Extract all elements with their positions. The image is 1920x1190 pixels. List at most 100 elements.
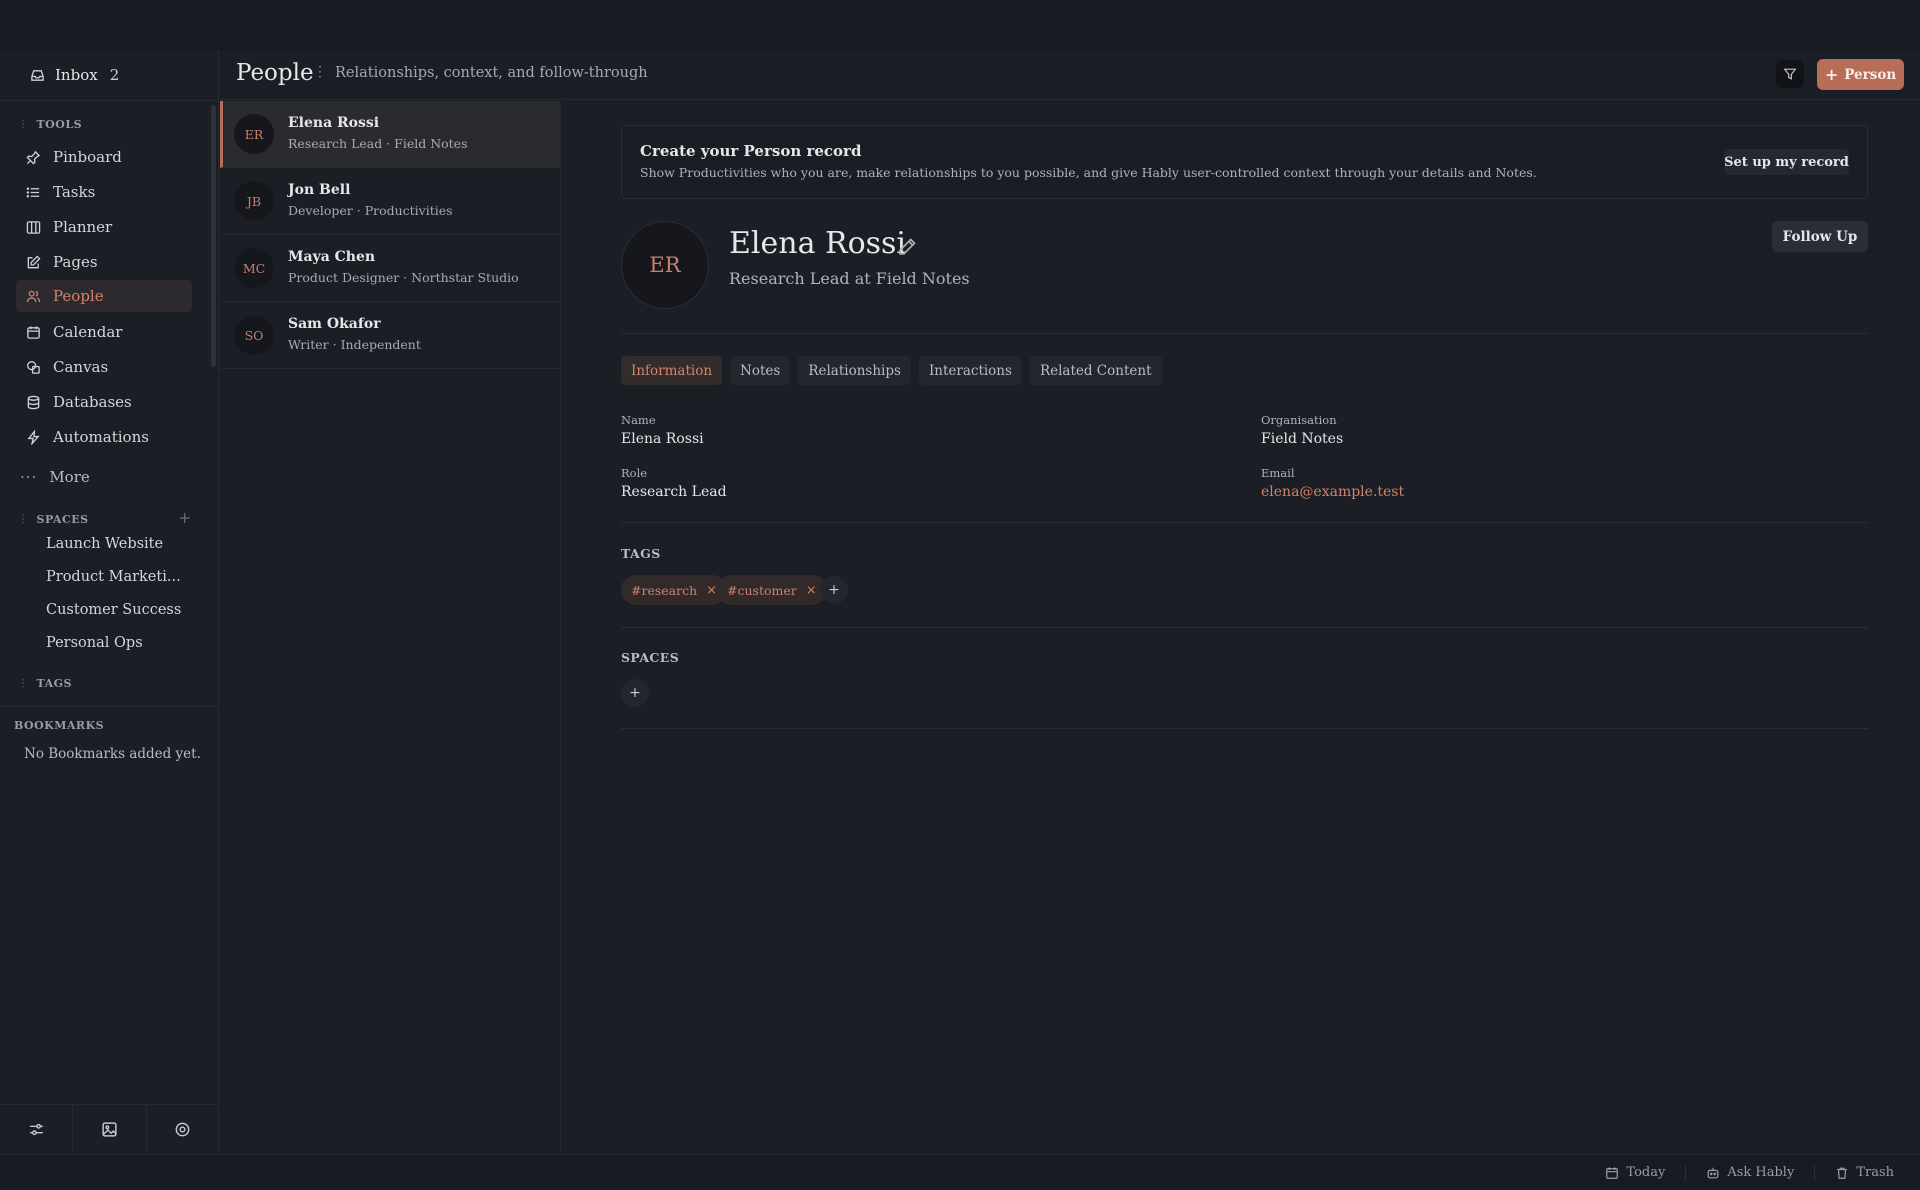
tab-interactions[interactable]: Interactions	[918, 356, 1022, 385]
sidebar-item-label: Planner	[53, 218, 113, 236]
settings-button[interactable]	[147, 1105, 219, 1154]
spaces-label-text: SPACES	[36, 513, 89, 526]
banner-text: Show Productivities who you are, make re…	[640, 165, 1537, 180]
sliders-icon	[29, 1123, 43, 1136]
set-up-record-button[interactable]: Set up my record	[1724, 149, 1849, 175]
space-item[interactable]: Personal Ops	[46, 635, 143, 651]
ask-hably-button[interactable]: Ask Hably	[1700, 1165, 1800, 1180]
person-name: Maya Chen	[288, 249, 376, 265]
status-bar: Today Ask Hably Trash	[0, 1154, 1920, 1190]
space-item[interactable]: Launch Website	[46, 536, 163, 552]
trash-button[interactable]: Trash	[1829, 1165, 1900, 1180]
calendar-icon	[27, 325, 40, 339]
sidebar-item-label: Automations	[53, 428, 149, 446]
sidebar-item-pinboard[interactable]: Pinboard	[16, 141, 192, 173]
tab-notes[interactable]: Notes	[730, 356, 791, 385]
title-menu-icon[interactable]: ⋮	[313, 64, 327, 80]
space-item[interactable]: Product Marketi...	[46, 569, 181, 585]
person-row[interactable]: ER Elena Rossi Research Lead · Field Not…	[220, 101, 560, 168]
add-person-label: Person	[1844, 66, 1897, 83]
sidebar-more-button[interactable]: ··· More	[10, 461, 186, 493]
person-row[interactable]: MC Maya Chen Product Designer · Northsta…	[220, 235, 560, 302]
person-meta: Product Designer · Northstar Studio	[288, 270, 519, 285]
filter-icon	[1783, 68, 1797, 80]
page-title: People	[236, 60, 314, 86]
detail-tabs: Information Notes Relationships Interact…	[621, 356, 1162, 385]
canvas-icon	[27, 360, 40, 374]
person-meta: Writer · Independent	[288, 337, 421, 352]
email-label: Email	[1261, 466, 1295, 480]
sidebar-item-canvas[interactable]: Canvas	[16, 351, 192, 383]
sidebar-item-pages[interactable]: Pages	[16, 246, 192, 278]
sidebar-item-people[interactable]: People	[16, 280, 192, 312]
window-top-bar	[0, 0, 1920, 50]
tab-information[interactable]: Information	[621, 356, 723, 385]
divider	[1814, 1164, 1816, 1181]
inbox-icon	[31, 69, 44, 81]
add-tag-button[interactable]: +	[820, 576, 848, 604]
tab-relationships[interactable]: Relationships	[798, 356, 911, 385]
today-button[interactable]: Today	[1599, 1165, 1671, 1180]
follow-up-button[interactable]: Follow Up	[1772, 221, 1868, 252]
sidebar-scrollbar[interactable]	[211, 105, 216, 367]
tab-related-content[interactable]: Related Content	[1029, 356, 1162, 385]
edit-page-icon	[27, 254, 41, 268]
pencil-icon[interactable]	[897, 237, 917, 257]
image-button[interactable]	[73, 1105, 147, 1154]
sliders-button[interactable]	[0, 1105, 74, 1154]
sidebar-item-planner[interactable]: Planner	[16, 211, 192, 243]
divider	[621, 333, 1868, 334]
tag-chip[interactable]: #customer ×	[717, 575, 827, 605]
tags-section-title: TAGS	[621, 546, 661, 561]
person-name: Sam Okafor	[288, 316, 381, 332]
grip-icon: ⋮	[18, 514, 29, 525]
inbox-button[interactable]: Inbox 2	[30, 66, 119, 84]
sidebar-item-label: Pages	[53, 253, 98, 271]
person-avatar: ER	[621, 221, 709, 309]
add-space-icon[interactable]: +	[178, 508, 191, 527]
person-name: Jon Bell	[288, 182, 351, 198]
spaces-section-label: ⋮ SPACES	[18, 513, 89, 526]
create-record-banner: Create your Person record Show Productiv…	[621, 125, 1868, 199]
sidebar-item-tasks[interactable]: Tasks	[16, 176, 192, 208]
sidebar-item-label: Tasks	[53, 183, 96, 201]
inbox-label: Inbox	[55, 66, 98, 84]
filter-button[interactable]	[1776, 60, 1804, 88]
sidebar-item-databases[interactable]: Databases	[16, 386, 192, 418]
gear-icon	[175, 1122, 190, 1137]
divider	[0, 100, 219, 101]
name-label: Name	[621, 413, 656, 427]
add-space-button[interactable]: +	[621, 679, 649, 707]
divider	[1685, 1164, 1687, 1181]
trash-label: Trash	[1856, 1165, 1894, 1180]
sidebar-item-automations[interactable]: Automations	[16, 421, 192, 453]
tag-chip[interactable]: #research ×	[621, 575, 728, 605]
bookmarks-section-label: BOOKMARKS	[14, 719, 105, 732]
grip-icon: ⋮	[18, 678, 29, 689]
person-meta: Research Lead · Field Notes	[288, 136, 468, 151]
page-subtitle: Relationships, context, and follow-throu…	[335, 65, 648, 81]
divider	[621, 627, 1868, 628]
tags-label-text: TAGS	[36, 677, 72, 690]
sidebar-item-label: Pinboard	[53, 148, 122, 166]
kanban-icon	[26, 220, 41, 234]
space-item[interactable]: Customer Success	[46, 602, 181, 618]
robot-icon	[1707, 1167, 1719, 1178]
tag-label: #customer	[727, 582, 797, 598]
divider	[621, 522, 1868, 523]
person-row[interactable]: JB Jon Bell Developer · Productivities	[220, 168, 560, 235]
database-icon	[27, 395, 40, 409]
inbox-count: 2	[109, 66, 120, 84]
add-person-button[interactable]: + Person	[1817, 59, 1904, 90]
person-meta: Developer · Productivities	[288, 203, 453, 218]
role-value: Research Lead	[621, 484, 727, 500]
name-value: Elena Rossi	[621, 431, 704, 447]
remove-tag-icon[interactable]: ×	[706, 583, 717, 598]
email-link[interactable]: elena@example.test	[1261, 484, 1404, 500]
person-row[interactable]: SO Sam Okafor Writer · Independent	[220, 302, 560, 369]
sidebar-item-calendar[interactable]: Calendar	[16, 316, 192, 348]
tools-section-label: ⋮ TOOLS	[18, 118, 82, 131]
calendar-icon	[1606, 1166, 1619, 1179]
avatar: SO	[234, 315, 274, 355]
remove-tag-icon[interactable]: ×	[806, 583, 817, 598]
